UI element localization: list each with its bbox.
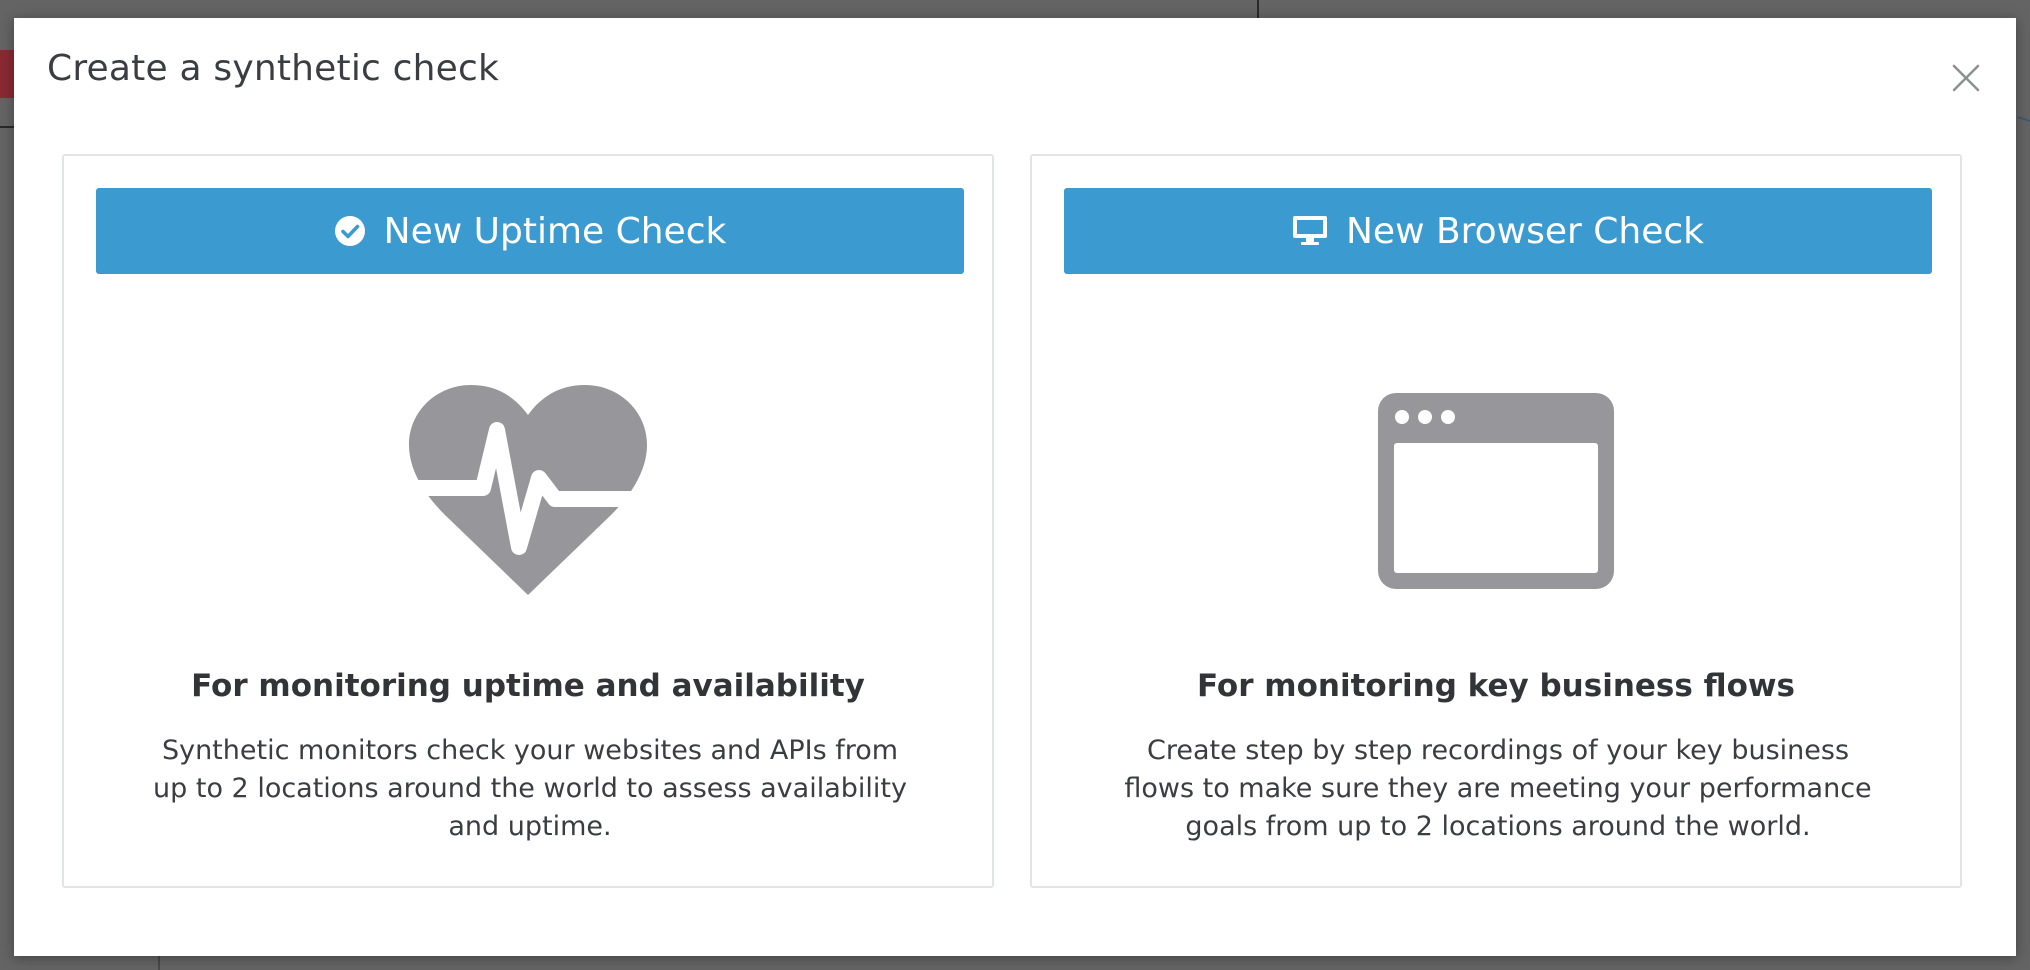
background-divider xyxy=(1257,0,1259,18)
close-button[interactable] xyxy=(1942,54,1990,102)
background-divider xyxy=(0,126,14,128)
new-browser-check-button[interactable]: New Browser Check xyxy=(1064,188,1932,274)
monitor-icon xyxy=(1292,215,1328,247)
check-circle-icon xyxy=(334,215,366,247)
new-uptime-check-button[interactable]: New Uptime Check xyxy=(96,188,964,274)
button-label: New Uptime Check xyxy=(383,210,727,252)
background-divider xyxy=(158,956,160,970)
illustration xyxy=(1032,376,1960,606)
card-description: Synthetic monitors check your websites a… xyxy=(153,735,907,842)
background-chart-line xyxy=(2014,116,2030,130)
card-heading: For monitoring key business flows xyxy=(1197,668,1795,704)
illustration xyxy=(64,376,992,606)
create-synthetic-check-modal: Create a synthetic check New Uptime Chec… xyxy=(14,18,2016,956)
browser-check-card: New Browser Check For monitoring key bus… xyxy=(1030,154,1962,888)
modal-header: Create a synthetic check xyxy=(14,18,2016,128)
button-label: New Browser Check xyxy=(1345,210,1705,252)
close-icon xyxy=(1952,64,1980,92)
modal-title: Create a synthetic check xyxy=(47,48,500,89)
card-heading: For monitoring uptime and availability xyxy=(191,668,865,704)
card-description: Create step by step recordings of your k… xyxy=(1124,735,1872,842)
heart-pulse-icon xyxy=(407,385,649,595)
browser-window-icon xyxy=(1378,393,1614,589)
uptime-check-card: New Uptime Check For monitoring uptime a… xyxy=(62,154,994,888)
background-tab xyxy=(0,50,14,98)
